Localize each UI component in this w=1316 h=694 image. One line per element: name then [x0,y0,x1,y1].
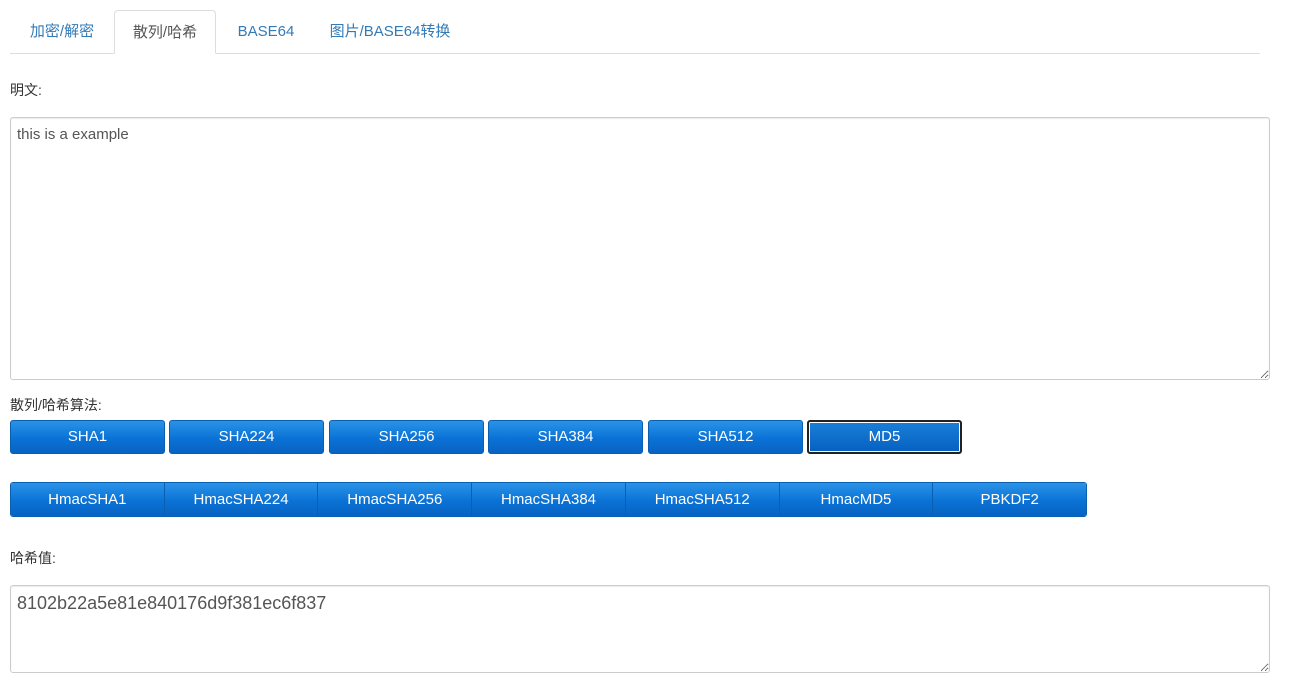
tab-hash[interactable]: 散列/哈希 [114,10,216,54]
md5-button[interactable]: MD5 [807,420,962,454]
sha224-button[interactable]: SHA224 [169,420,324,454]
plaintext-label: 明文: [10,82,42,98]
pbkdf2-button[interactable]: PBKDF2 [933,483,1086,516]
tab-bar: 加密/解密 散列/哈希 BASE64 图片/BASE64转换 [10,10,1260,54]
hmacmd5-button[interactable]: HmacMD5 [779,483,934,516]
hash-value-output[interactable]: 8102b22a5e81e840176d9f381ec6f837 [10,585,1270,673]
sha1-button[interactable]: SHA1 [10,420,165,454]
sha384-button[interactable]: SHA384 [488,420,643,454]
hmacsha512-button[interactable]: HmacSHA512 [625,483,780,516]
hmacsha1-button[interactable]: HmacSHA1 [11,483,165,516]
tab-base64[interactable]: BASE64 [220,10,312,53]
hash-value-label: 哈希值: [10,550,56,566]
hmacsha256-button[interactable]: HmacSHA256 [318,483,473,516]
hmacsha224-button[interactable]: HmacSHA224 [164,483,319,516]
tab-image-base64[interactable]: 图片/BASE64转换 [316,10,464,53]
sha512-button[interactable]: SHA512 [648,420,803,454]
plaintext-input[interactable]: this is a example [10,117,1270,380]
hash-tool-page: 加密/解密 散列/哈希 BASE64 图片/BASE64转换 明文: this … [0,0,1316,694]
hmac-button-group: HmacSHA1 HmacSHA224 HmacSHA256 HmacSHA38… [10,482,1087,517]
hmacsha384-button[interactable]: HmacSHA384 [472,483,626,516]
tab-encrypt-decrypt[interactable]: 加密/解密 [10,10,114,53]
algorithm-label: 散列/哈希算法: [10,397,102,413]
sha256-button[interactable]: SHA256 [329,420,484,454]
